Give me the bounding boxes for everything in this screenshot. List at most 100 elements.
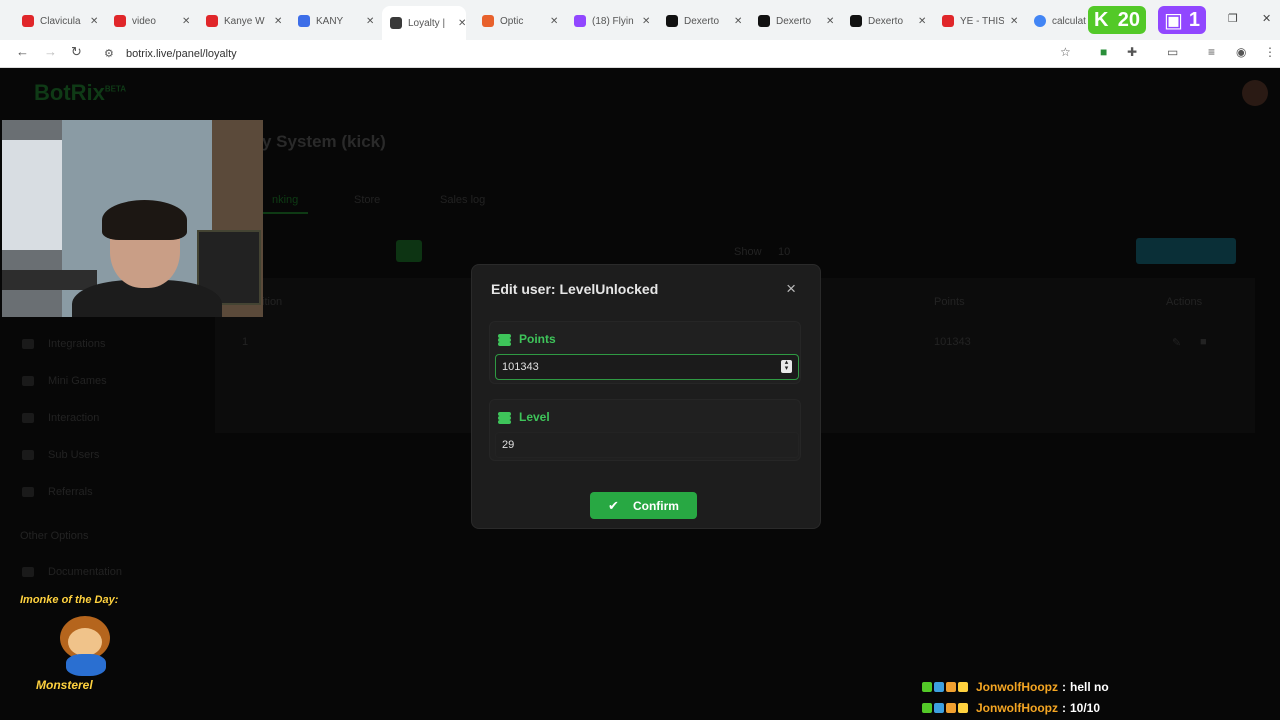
- monke-of-day-name: Monsterel: [36, 678, 93, 692]
- sidebar-item-documentation[interactable]: Documentation: [22, 566, 122, 578]
- close-tab-icon[interactable]: ✕: [826, 16, 834, 27]
- browser-tab[interactable]: YE - THIS ✕: [934, 8, 1018, 34]
- bookmark-star-icon[interactable]: ☆: [1060, 45, 1071, 59]
- twitch-viewer-count: 1: [1188, 8, 1200, 31]
- webcam-overlay: [2, 120, 263, 317]
- col-actions: Actions: [1166, 296, 1203, 308]
- kick-badge-icon: [922, 703, 932, 713]
- menu-kebab-icon[interactable]: ⋮: [1264, 45, 1276, 59]
- modal-title: Edit user: LevelUnlocked: [491, 281, 659, 297]
- configure-button[interactable]: [1136, 238, 1236, 264]
- user-avatar[interactable]: [1242, 80, 1268, 106]
- site-icon: [482, 15, 494, 27]
- close-tab-icon[interactable]: ✕: [734, 16, 742, 27]
- edit-user-modal: Edit user: LevelUnlocked × Points ▴▾ Lev…: [471, 264, 821, 529]
- show-select[interactable]: 10: [778, 246, 790, 258]
- sidebar-item-sub-users[interactable]: Sub Users: [22, 449, 99, 461]
- col-position: ition: [262, 296, 283, 308]
- tab-sales-log[interactable]: Sales log: [430, 188, 495, 212]
- level-input[interactable]: [495, 432, 799, 458]
- extensions-puzzle-icon[interactable]: ✚: [1127, 45, 1137, 59]
- tab-label: Clavicula: [40, 15, 81, 27]
- check-icon: ✔: [608, 497, 619, 513]
- tab-label: Loyalty |: [408, 17, 446, 29]
- google-icon: [1034, 15, 1046, 27]
- level-label-text: Level: [519, 410, 550, 424]
- close-window-icon[interactable]: ✕: [1262, 12, 1271, 25]
- points-input[interactable]: [495, 354, 799, 380]
- sidebar-label: Mini Games: [48, 375, 107, 387]
- youtube-icon: [206, 15, 218, 27]
- kick-viewer-badge: K 20: [1088, 6, 1146, 34]
- edit-icon[interactable]: ✎: [1172, 336, 1181, 349]
- crown-badge-icon: [958, 703, 968, 713]
- browser-tab[interactable]: Dexerto ✕: [750, 8, 834, 34]
- x-logo-icon: [850, 15, 862, 27]
- url-field[interactable]: ⚙ botrix.live/panel/loyalty: [96, 43, 1086, 65]
- tab-label: Dexerto: [776, 15, 812, 27]
- browser-tab[interactable]: video ✕: [106, 8, 190, 34]
- media-control-icon[interactable]: ≡: [1208, 45, 1215, 59]
- tab-label: video: [132, 15, 156, 27]
- close-tab-icon[interactable]: ✕: [182, 16, 190, 27]
- tab-ranking[interactable]: nking: [262, 188, 309, 214]
- confirm-button[interactable]: ✔ Confirm: [590, 492, 697, 519]
- cube-badge-icon: [934, 682, 944, 692]
- coins-icon: [498, 411, 511, 424]
- chat-badges: [922, 703, 970, 713]
- integrations-icon: [22, 339, 34, 349]
- url-text: botrix.live/panel/loyalty: [126, 48, 237, 60]
- reload-icon[interactable]: ↻: [71, 44, 82, 60]
- monke-of-day-title: Imonke of the Day:: [20, 594, 119, 606]
- document-icon: [22, 567, 34, 577]
- sidebar-item-referrals[interactable]: Referrals: [22, 486, 93, 498]
- botrix-icon: [390, 17, 402, 29]
- show-label: Show: [734, 246, 762, 258]
- gift-badge-icon: [946, 682, 956, 692]
- close-tab-icon[interactable]: ✕: [550, 16, 558, 27]
- logo-beta-tag: BETA: [104, 84, 127, 94]
- search-button[interactable]: [396, 240, 422, 262]
- back-icon[interactable]: ←: [16, 44, 29, 59]
- browser-tab[interactable]: KANY ✕: [290, 8, 374, 34]
- extension-icon[interactable]: ■: [1100, 45, 1107, 59]
- close-icon[interactable]: ×: [786, 279, 796, 299]
- tab-label: Optic: [500, 15, 524, 27]
- browser-tab[interactable]: calculat: [1026, 8, 1096, 34]
- page-title: y System (kick): [262, 132, 386, 151]
- close-tab-icon[interactable]: ✕: [458, 18, 466, 29]
- browser-tab[interactable]: (18) Flyin ✕: [566, 8, 650, 34]
- forward-icon[interactable]: →: [44, 44, 57, 59]
- browser-tab[interactable]: Clavicula ✕: [14, 8, 98, 34]
- confirm-label: Confirm: [632, 498, 679, 513]
- restore-window-icon[interactable]: ❐: [1228, 12, 1238, 25]
- delete-icon[interactable]: ■: [1200, 336, 1207, 348]
- level-label: Level: [498, 410, 550, 424]
- browser-tab-active[interactable]: Loyalty | ✕: [382, 6, 467, 40]
- sidebar-item-interaction[interactable]: Interaction: [22, 412, 99, 424]
- points-stepper-icon[interactable]: ▴ ▾: [781, 359, 792, 373]
- tab-label: KANY: [316, 15, 344, 27]
- logo-text: BotRix: [34, 80, 105, 105]
- close-tab-icon[interactable]: ✕: [642, 16, 650, 27]
- col-points: Points: [934, 296, 965, 308]
- tab-store[interactable]: Store: [344, 188, 390, 212]
- close-tab-icon[interactable]: ✕: [366, 16, 374, 27]
- browser-tab-bar: Clavicula ✕ video ✕ Kanye W ✕ KANY ✕ Loy…: [0, 0, 1280, 40]
- x-logo-icon: [758, 15, 770, 27]
- chat-badges: [922, 682, 970, 692]
- browser-tab[interactable]: Optic ✕: [474, 8, 558, 34]
- close-tab-icon[interactable]: ✕: [1010, 16, 1018, 27]
- browser-tab[interactable]: Kanye W ✕: [198, 8, 282, 34]
- browser-tab[interactable]: Dexerto ✕: [842, 8, 926, 34]
- close-tab-icon[interactable]: ✕: [918, 16, 926, 27]
- site-info-icon[interactable]: ⚙: [104, 43, 114, 65]
- close-tab-icon[interactable]: ✕: [90, 16, 98, 27]
- sidebar-item-integrations[interactable]: Integrations: [22, 338, 105, 350]
- twitch-viewer-badge: ▣ 1: [1158, 6, 1206, 34]
- close-tab-icon[interactable]: ✕: [274, 16, 282, 27]
- sidebar-item-mini-games[interactable]: Mini Games: [22, 375, 107, 387]
- browser-tab[interactable]: Dexerto ✕: [658, 8, 742, 34]
- cast-icon[interactable]: ▭: [1167, 45, 1178, 59]
- profile-icon[interactable]: ◉: [1236, 45, 1246, 59]
